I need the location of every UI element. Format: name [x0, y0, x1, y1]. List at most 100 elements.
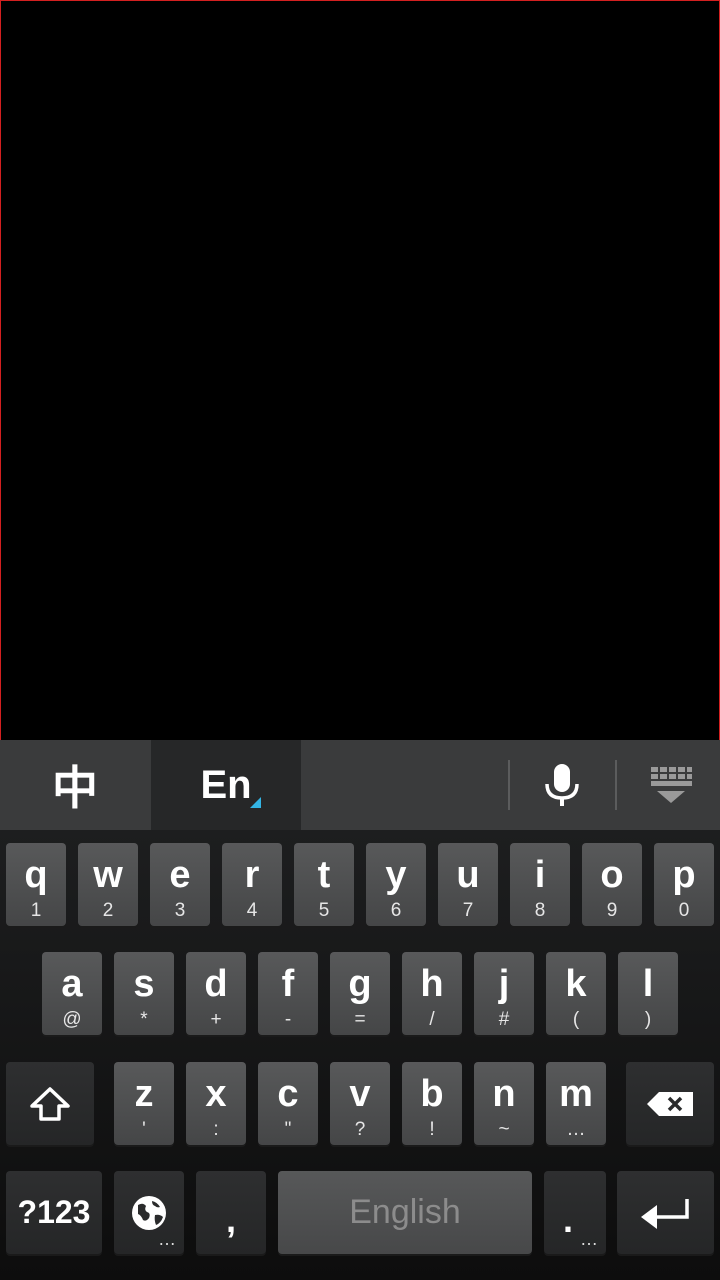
key-j[interactable]: j # — [474, 952, 534, 1035]
key-label: l — [642, 963, 654, 1005]
key-e[interactable]: e3 — [150, 843, 210, 926]
key-alt-label: … — [566, 1119, 586, 1140]
key-alt-label: = — [354, 1009, 366, 1030]
key-t[interactable]: t5 — [294, 843, 354, 926]
key-alt-label: - — [284, 1009, 292, 1030]
key-b[interactable]: b! — [402, 1062, 462, 1145]
key-label: y — [385, 854, 407, 896]
key-alt-label: + — [210, 1009, 222, 1030]
key-alt-label: 0 — [678, 900, 690, 921]
key-w[interactable]: w2 — [78, 843, 138, 926]
key-alt-label: ( — [572, 1009, 580, 1030]
language-switch-key[interactable]: … — [114, 1171, 184, 1254]
key-alt-label: 4 — [246, 900, 258, 921]
key-alt-label: @ — [62, 1009, 82, 1030]
key-label: g — [348, 963, 372, 1005]
backspace-icon — [647, 1091, 693, 1116]
shift-arrow-icon — [30, 1086, 70, 1121]
key-label: i — [534, 854, 546, 896]
key-alt-label: " — [284, 1119, 292, 1140]
shift-key[interactable] — [6, 1062, 94, 1145]
key-z[interactable]: z ' — [114, 1062, 174, 1145]
space-key[interactable]: English — [278, 1171, 532, 1254]
key-v[interactable]: v? — [330, 1062, 390, 1145]
period-key[interactable]: . … — [544, 1171, 606, 1254]
key-r[interactable]: r4 — [222, 843, 282, 926]
key-label: s — [133, 963, 155, 1005]
key-alt-label: / — [429, 1009, 435, 1030]
period-key-label: . — [562, 1198, 573, 1240]
key-l[interactable]: l) — [618, 952, 678, 1035]
key-label: r — [244, 854, 260, 896]
backspace-key[interactable] — [626, 1062, 714, 1145]
key-alt-label: 3 — [174, 900, 186, 921]
chinese-mode-label: 中 — [52, 761, 98, 815]
key-alt-label: ? — [354, 1119, 366, 1140]
key-label: v — [349, 1073, 371, 1115]
globe-icon — [132, 1195, 166, 1230]
key-label: b — [420, 1073, 444, 1115]
enter-arrow-icon — [640, 1198, 689, 1229]
key-a[interactable]: a @ — [42, 952, 102, 1035]
microphone-icon — [545, 764, 579, 806]
key-label: d — [204, 963, 228, 1005]
key-alt-label: 5 — [318, 900, 330, 921]
key-alt-label: : — [213, 1119, 219, 1140]
chinese-mode-button[interactable]: 中 — [0, 740, 150, 830]
key-alt-label: 8 — [534, 900, 546, 921]
key-n[interactable]: n ~ — [474, 1062, 534, 1145]
key-label: u — [456, 854, 480, 896]
key-alt-label: 6 — [390, 900, 402, 921]
key-label: n — [492, 1073, 516, 1115]
key-i[interactable]: i8 — [510, 843, 570, 926]
hide-keyboard-button[interactable] — [628, 740, 714, 830]
key-label: e — [169, 854, 191, 896]
key-d[interactable]: d + — [186, 952, 246, 1035]
key-label: h — [420, 963, 444, 1005]
key-alt-label: 1 — [30, 900, 42, 921]
key-q[interactable]: q1 — [6, 843, 66, 926]
key-m[interactable]: m… — [546, 1062, 606, 1145]
key-u[interactable]: u7 — [438, 843, 498, 926]
key-alt-label: 7 — [462, 900, 474, 921]
ime-toolbar: 中 En — [0, 740, 720, 830]
key-label: c — [277, 1073, 299, 1115]
english-mode-button[interactable]: En — [151, 740, 301, 830]
keyboard: q1w2e3r4t5y6u7i8o9p0 a @ s * d + f - g = h / j # k(l) … — [0, 830, 720, 1280]
key-g[interactable]: g = — [330, 952, 390, 1035]
key-label: x — [205, 1073, 227, 1115]
key-label: j — [498, 963, 510, 1005]
key-label: t — [317, 854, 331, 896]
english-mode-label: En — [200, 762, 252, 807]
enter-key[interactable] — [617, 1171, 714, 1254]
active-mode-indicator — [250, 797, 261, 808]
key-o[interactable]: o9 — [582, 843, 642, 926]
toolbar-divider — [508, 760, 510, 810]
key-alt-label: 2 — [102, 900, 114, 921]
key-h[interactable]: h / — [402, 952, 462, 1035]
voice-input-button[interactable] — [520, 740, 604, 830]
key-y[interactable]: y6 — [366, 843, 426, 926]
hide-keyboard-icon — [651, 767, 692, 803]
key-c[interactable]: c " — [258, 1062, 318, 1145]
key-alt-label: ) — [644, 1009, 652, 1030]
key-p[interactable]: p0 — [654, 843, 714, 926]
key-k[interactable]: k( — [546, 952, 606, 1035]
key-f[interactable]: f- — [258, 952, 318, 1035]
toolbar-divider — [615, 760, 617, 810]
app-content-area — [0, 0, 720, 740]
key-alt-label: ' — [142, 1119, 146, 1140]
key-label: o — [600, 854, 624, 896]
key-alt-label: * — [140, 1009, 148, 1030]
key-label: w — [93, 854, 123, 896]
comma-key[interactable]: , — [196, 1171, 266, 1254]
more-options-indicator: … — [580, 1229, 598, 1249]
symbols-key[interactable]: ?123 — [6, 1171, 102, 1254]
key-s[interactable]: s * — [114, 952, 174, 1035]
key-label: a — [61, 963, 83, 1005]
key-x[interactable]: x: — [186, 1062, 246, 1145]
space-key-label: English — [349, 1193, 461, 1231]
key-alt-label: ~ — [498, 1119, 510, 1140]
comma-key-label: , — [225, 1198, 236, 1240]
key-label: k — [565, 963, 587, 1005]
